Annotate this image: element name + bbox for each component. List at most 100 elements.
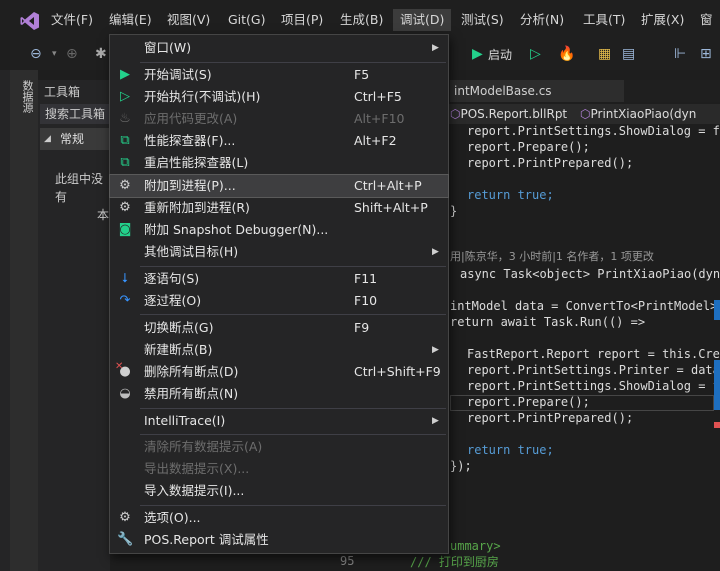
play-icon: ▶ bbox=[120, 67, 130, 82]
menu-item-options[interactable]: ⚙ 选项(O)... bbox=[110, 507, 448, 529]
code-line: intModel data = ConvertTo<PrintModel> bbox=[450, 299, 718, 313]
start-without-debug-icon[interactable]: ▷ bbox=[530, 40, 541, 68]
menu-item-shortcut: F5 bbox=[354, 67, 370, 82]
submenu-arrow-icon: ▶ bbox=[432, 345, 439, 355]
navigate-back-icon[interactable]: ⊖ bbox=[30, 40, 42, 68]
menu-item-restart-profiler[interactable]: ⧉ 重启性能探查器(L) bbox=[110, 152, 448, 174]
folder-icon[interactable]: ▦ bbox=[598, 40, 611, 68]
member-selector-label: PrintXiaoPiao(dyn bbox=[590, 107, 697, 121]
menu-item-intellitrace[interactable]: IntelliTrace(I) ▶ bbox=[110, 410, 448, 432]
data-sources-tab[interactable] bbox=[10, 70, 38, 571]
menu-item-label: 开始调试(S) bbox=[144, 67, 212, 82]
menu-item-debug-properties[interactable]: 🔧 POS.Report 调试属性 bbox=[110, 529, 448, 551]
menu-build[interactable]: 生成(B) bbox=[333, 9, 390, 31]
code-line: FastReport.Report report = this.Cre bbox=[467, 347, 720, 361]
start-play-icon[interactable]: ▶ bbox=[472, 40, 483, 68]
menu-item-performance-profiler[interactable]: ⧉ 性能探查器(F)... Alt+F2 bbox=[110, 130, 448, 152]
menu-item-delete-all-breakpoints[interactable]: ● ✕ 删除所有断点(D) Ctrl+Shift+F9 bbox=[110, 361, 448, 383]
menu-item-start-without-debugging[interactable]: ▷ 开始执行(不调试)(H) Ctrl+F5 bbox=[110, 86, 448, 108]
toolbox-group-label: 常规 bbox=[60, 132, 85, 146]
code-line: ummary> bbox=[450, 539, 501, 553]
code-line: return true; bbox=[467, 188, 554, 202]
toolbox-group-general[interactable]: ◢ 常规 bbox=[40, 128, 110, 150]
menu-item-step-over[interactable]: ↷ 逐过程(O) F10 bbox=[110, 290, 448, 312]
menu-test[interactable]: 测试(S) bbox=[454, 9, 511, 31]
code-line: /// 打印到厨房 bbox=[410, 555, 499, 569]
properties-icon[interactable]: ⊞ bbox=[700, 40, 712, 68]
navigate-forward-icon[interactable]: ⊕ bbox=[66, 40, 78, 68]
start-button-label[interactable]: 启动 bbox=[488, 46, 512, 63]
menu-item-shortcut: Ctrl+Alt+P bbox=[354, 178, 422, 193]
menu-item-label: 新建断点(B) bbox=[144, 342, 213, 357]
menu-item-start-debugging[interactable]: ▶ 开始调试(S) F5 bbox=[110, 64, 448, 86]
attach-icon: ⚙ bbox=[119, 178, 131, 193]
code-line: report.PrintPrepared(); bbox=[467, 156, 634, 170]
menu-extensions[interactable]: 扩展(X) bbox=[634, 9, 691, 31]
code-line: async Task<object> PrintXiaoPiao(dyn bbox=[460, 267, 720, 281]
left-edge-strip bbox=[0, 70, 10, 571]
scroll-marker bbox=[714, 422, 720, 428]
menu-item-label: 清除所有数据提示(A) bbox=[144, 439, 263, 454]
submenu-arrow-icon: ▶ bbox=[432, 247, 439, 257]
menu-item-label: 性能探查器(F)... bbox=[144, 133, 236, 148]
code-line: report.Prepare(); bbox=[467, 140, 590, 154]
member-selector[interactable]: ⬡PrintXiaoPiao(dyn bbox=[580, 104, 720, 124]
document-tab[interactable]: intModelBase.cs bbox=[450, 80, 624, 102]
scroll-marker bbox=[714, 360, 720, 410]
menu-item-export-datatips: 导出数据提示(X)... bbox=[110, 458, 448, 480]
menu-item-other-debug-targets[interactable]: 其他调试目标(H) ▶ bbox=[110, 241, 448, 263]
menu-item-step-into[interactable]: ⭣ 逐语句(S) F11 bbox=[110, 268, 448, 290]
menu-item-toggle-breakpoint[interactable]: 切换断点(G) F9 bbox=[110, 317, 448, 339]
new-item-icon[interactable]: ✱ bbox=[95, 40, 107, 68]
menu-item-import-datatips[interactable]: 导入数据提示(I)... bbox=[110, 480, 448, 502]
delete-breakpoints-icon: ● ✕ bbox=[115, 361, 131, 379]
menu-window[interactable]: 窗 bbox=[693, 9, 720, 31]
play-outline-icon: ▷ bbox=[120, 89, 130, 104]
camera-icon: ◙ bbox=[118, 222, 132, 237]
menu-item-label: 逐语句(S) bbox=[144, 271, 200, 286]
menu-project[interactable]: 项目(P) bbox=[274, 9, 330, 31]
align-icon[interactable]: ⊩ bbox=[674, 40, 686, 68]
menu-edit[interactable]: 编辑(E) bbox=[102, 9, 159, 31]
menu-item-label: 选项(O)... bbox=[144, 510, 201, 525]
class-icon: ⬡ bbox=[450, 107, 461, 121]
method-icon: ⬡ bbox=[580, 107, 591, 121]
menu-item-disable-all-breakpoints[interactable]: ◒ 禁用所有断点(N) bbox=[110, 383, 448, 405]
codelens-info[interactable]: 用|陈京华，3 小时前|1 名作者，1 项更改 bbox=[450, 249, 654, 265]
window-layout-icon[interactable]: ▤ bbox=[622, 40, 635, 68]
menu-tools[interactable]: 工具(T) bbox=[576, 9, 632, 31]
menu-view[interactable]: 视图(V) bbox=[160, 9, 217, 31]
menu-item-label: IntelliTrace(I) bbox=[144, 413, 226, 428]
code-line: report.PrintSettings.ShowDialog = fa bbox=[467, 124, 720, 138]
menu-item-attach-to-process[interactable]: ⚙ 附加到进程(P)... Ctrl+Alt+P bbox=[109, 174, 449, 198]
menu-item-reattach-to-process[interactable]: ⚙ 重新附加到进程(R) Shift+Alt+P bbox=[110, 197, 448, 219]
menu-file[interactable]: 文件(F) bbox=[44, 9, 100, 31]
menu-item-label: 切换断点(G) bbox=[144, 320, 214, 335]
chevron-down-icon[interactable]: ▾ bbox=[52, 40, 57, 68]
menu-item-shortcut: Ctrl+Shift+F9 bbox=[354, 364, 441, 379]
menu-item-label: 开始执行(不调试)(H) bbox=[144, 89, 261, 104]
hot-reload-icon[interactable]: 🔥 bbox=[558, 40, 575, 68]
toolbox-search-input[interactable]: 搜索工具箱 bbox=[40, 104, 110, 124]
step-over-icon: ↷ bbox=[119, 293, 131, 308]
menu-item-label: 禁用所有断点(N) bbox=[144, 386, 239, 401]
menu-git[interactable]: Git(G) bbox=[221, 9, 273, 31]
menu-item-new-breakpoint[interactable]: 新建断点(B) ▶ bbox=[110, 339, 448, 361]
menu-separator bbox=[140, 505, 446, 506]
menu-item-window[interactable]: 窗口(W) ▶ bbox=[110, 37, 448, 59]
menu-item-label: 逐过程(O) bbox=[144, 293, 202, 308]
profiler-restart-icon: ⧉ bbox=[120, 155, 130, 170]
menu-item-apply-code-changes: ♨ 应用代码更改(A) Alt+F10 bbox=[110, 108, 448, 130]
menu-item-attach-snapshot-debugger[interactable]: ◙ 附加 Snapshot Debugger(N)... bbox=[110, 219, 448, 241]
menu-item-shortcut: Ctrl+F5 bbox=[354, 89, 402, 104]
submenu-arrow-icon: ▶ bbox=[432, 416, 439, 426]
menu-debug[interactable]: 调试(D) bbox=[393, 9, 452, 31]
menu-item-label: 附加到进程(P)... bbox=[144, 178, 236, 193]
profiler-icon: ⧉ bbox=[120, 133, 130, 148]
menu-item-shortcut: F11 bbox=[354, 271, 378, 286]
type-selector[interactable]: ⬡POS.Report.bllRpt bbox=[450, 104, 576, 124]
menu-analyze[interactable]: 分析(N) bbox=[513, 9, 571, 31]
menu-item-shortcut: F9 bbox=[354, 320, 370, 335]
menu-item-shortcut: Shift+Alt+P bbox=[354, 200, 428, 215]
menu-item-label: 导入数据提示(I)... bbox=[144, 483, 245, 498]
